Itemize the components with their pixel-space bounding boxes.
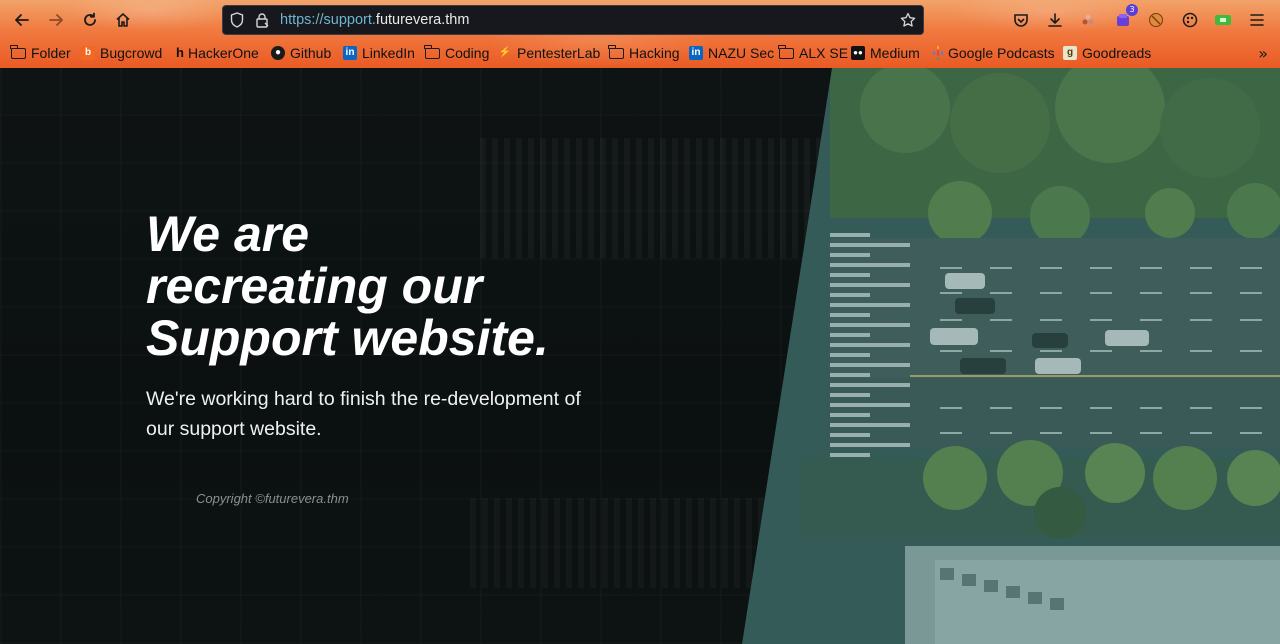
lock-icon[interactable] xyxy=(254,12,270,28)
bookmark-google-podcasts[interactable]: Google Podcasts xyxy=(933,44,1055,62)
hero-headline: We are recreating our Support website. xyxy=(146,208,706,364)
bookmark-alx-se[interactable]: ALX SE xyxy=(778,44,849,62)
medium-icon: ●● xyxy=(851,46,865,60)
bookmarks-overflow-chevron-icon[interactable]: » xyxy=(1258,44,1268,63)
bookmark-bugcrowd[interactable]: b Bugcrowd xyxy=(81,44,162,62)
bookmark-label: PentesterLab xyxy=(517,45,601,61)
bookmark-label: ALX SE xyxy=(799,45,849,61)
bookmark-folder[interactable]: Folder xyxy=(10,44,71,62)
bookmark-medium[interactable]: ●● Medium xyxy=(851,44,920,62)
bookmark-star-icon[interactable] xyxy=(900,12,916,28)
bookmark-github[interactable]: ● Github xyxy=(271,44,331,62)
extension-paint-icon[interactable] xyxy=(1179,9,1201,31)
url-domain: futurevera.thm xyxy=(375,12,470,28)
bookmark-label: Medium xyxy=(870,45,920,61)
url-scheme-subdomain: https://support. xyxy=(280,12,376,28)
bookmark-label: NAZU Sec xyxy=(708,45,775,61)
extension-green-icon[interactable] xyxy=(1212,9,1234,31)
folder-icon xyxy=(424,44,440,59)
bookmark-hacking[interactable]: Hacking xyxy=(608,44,680,62)
hackerone-icon: h xyxy=(176,45,184,60)
tracking-shield-icon[interactable] xyxy=(229,12,245,28)
bookmark-hackerone[interactable]: h HackerOne xyxy=(175,44,259,62)
bookmark-label: LinkedIn xyxy=(362,45,415,61)
web-page: We are recreating our Support website. W… xyxy=(0,68,1280,644)
goodreads-icon: g xyxy=(1063,46,1077,60)
bookmark-coding[interactable]: Coding xyxy=(424,44,490,62)
linkedin-icon: in xyxy=(343,46,357,60)
browser-chrome: https://support.futurevera.thm 3 Folder … xyxy=(0,0,1280,68)
bookmarks-toolbar: Folder b Bugcrowd h HackerOne ● Github i… xyxy=(0,41,1280,65)
navigation-toolbar: https://support.futurevera.thm 3 xyxy=(0,0,1280,40)
downloads-icon[interactable] xyxy=(1044,9,1066,31)
reload-icon[interactable] xyxy=(78,8,102,32)
bookmark-label: Coding xyxy=(445,45,490,61)
headline-line-1: We are xyxy=(146,206,310,262)
bookmark-label: Hacking xyxy=(629,45,680,61)
folder-icon xyxy=(10,44,26,59)
bookmark-label: HackerOne xyxy=(188,45,259,61)
home-icon[interactable] xyxy=(111,8,135,32)
bugcrowd-icon: b xyxy=(81,46,95,60)
bookmark-pentesterlab[interactable]: ⚡ PentesterLab xyxy=(498,44,601,62)
headline-line-3: Support website. xyxy=(146,310,549,366)
google-podcasts-icon xyxy=(933,46,943,60)
folder-icon xyxy=(608,44,624,59)
copyright-text: Copyright ©futurevera.thm xyxy=(196,491,349,506)
extension-purple-icon[interactable]: 3 xyxy=(1112,4,1138,31)
headline-line-2: recreating our xyxy=(146,258,483,314)
bookmark-label: Folder xyxy=(31,45,71,61)
forward-arrow-icon[interactable] xyxy=(44,8,68,32)
bookmark-goodreads[interactable]: g Goodreads xyxy=(1063,44,1151,62)
pocket-icon[interactable] xyxy=(1010,9,1032,31)
bookmark-label: Github xyxy=(290,45,332,61)
extension-dots-icon[interactable] xyxy=(1077,9,1099,31)
folder-icon xyxy=(778,44,794,59)
hamburger-menu-icon[interactable] xyxy=(1246,9,1268,31)
back-arrow-icon[interactable] xyxy=(10,8,34,32)
address-bar[interactable]: https://support.futurevera.thm xyxy=(222,5,924,35)
hero-subtext: We're working hard to finish the re-deve… xyxy=(146,388,581,440)
extension-badge: 3 xyxy=(1126,4,1138,16)
bookmark-label: Google Podcasts xyxy=(948,45,1055,61)
pentesterlab-icon: ⚡ xyxy=(498,47,512,58)
bookmark-linkedin[interactable]: in LinkedIn xyxy=(343,44,415,62)
github-icon: ● xyxy=(271,46,285,60)
extension-cookie-icon[interactable] xyxy=(1145,9,1167,31)
linkedin-icon: in xyxy=(689,46,703,60)
url-text[interactable]: https://support.futurevera.thm xyxy=(280,12,469,28)
bookmark-label: Bugcrowd xyxy=(100,45,163,61)
bookmark-label: Goodreads xyxy=(1082,45,1152,61)
bookmark-nazu-sec[interactable]: in NAZU Sec xyxy=(689,44,774,62)
